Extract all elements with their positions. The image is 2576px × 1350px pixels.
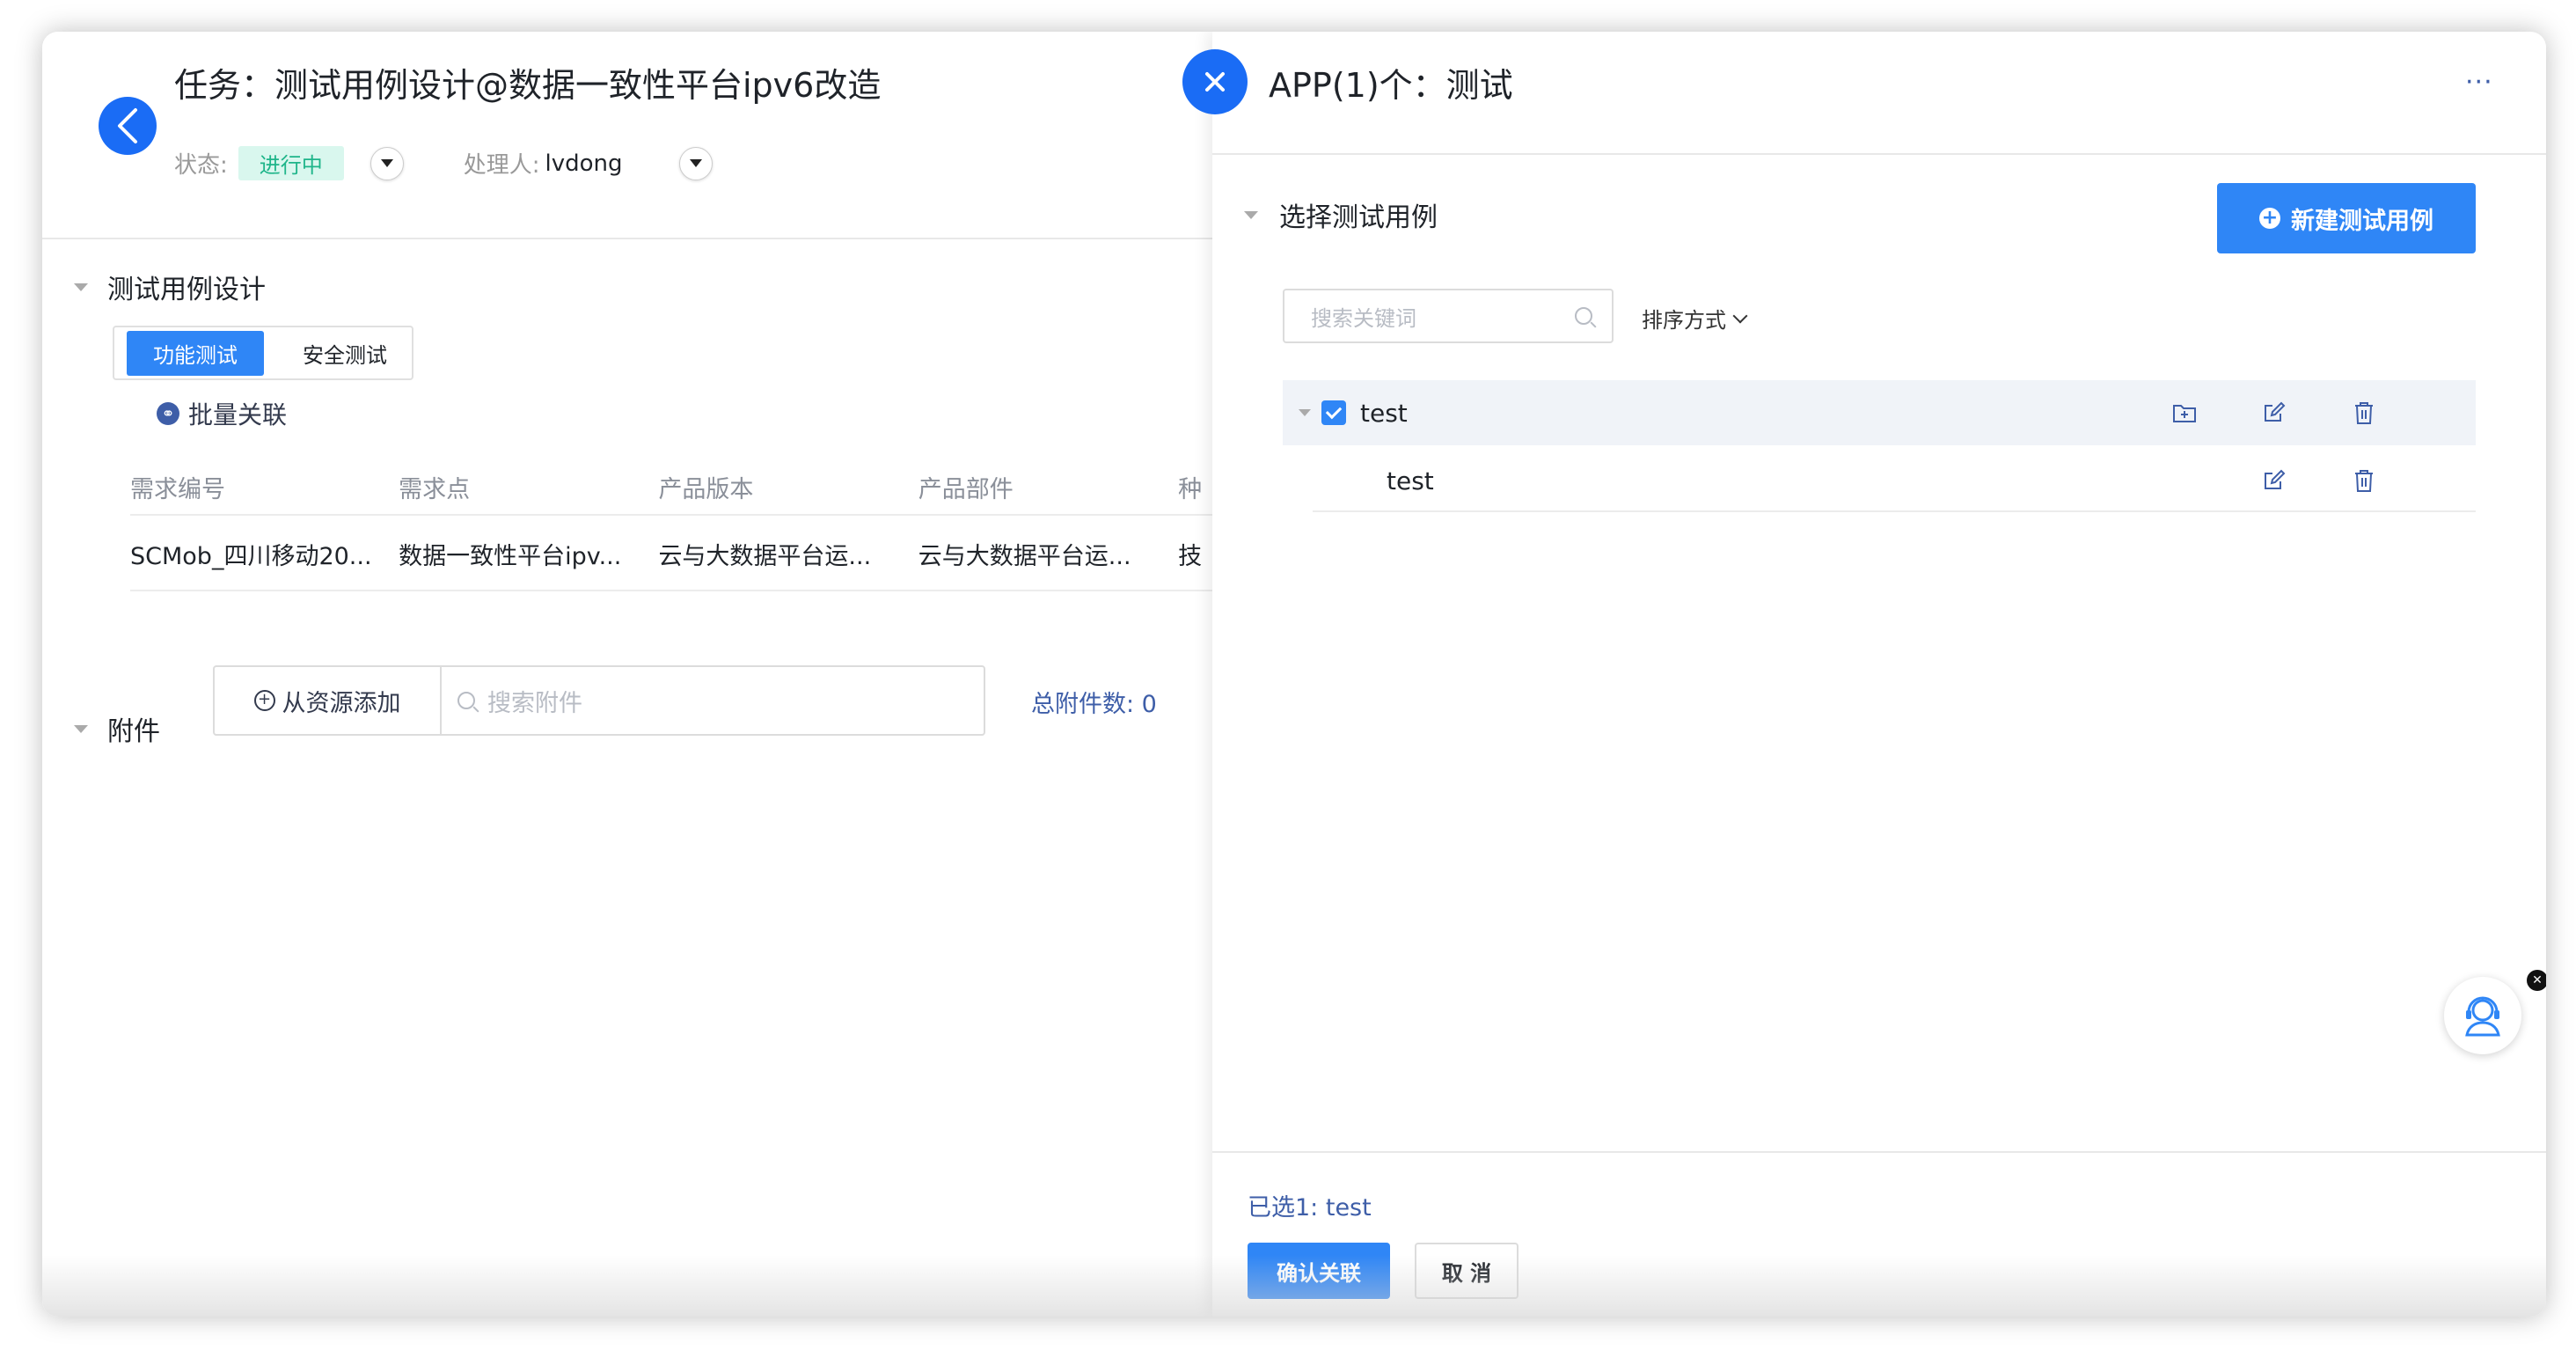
table-cell: 云与大数据平台运... xyxy=(658,542,872,570)
add-folder-icon[interactable] xyxy=(2171,400,2198,426)
assignee-value: lvdong xyxy=(545,150,623,177)
add-from-resource-button[interactable]: + 从资源添加 xyxy=(215,667,442,734)
edit-icon[interactable] xyxy=(2261,400,2287,426)
caret-down-icon xyxy=(380,159,393,167)
table-cell: 数据一致性平台ipv... xyxy=(399,542,622,570)
app-window: 任务：测试用例设计@数据一致性平台ipv6改造 状态: 进行中 处理人: lvd… xyxy=(42,32,2546,1317)
attachment-count: 总附件数: 0 xyxy=(1031,691,1157,718)
cancel-button[interactable]: 取 消 xyxy=(1415,1243,1519,1299)
chevron-down-icon xyxy=(1732,308,1748,323)
support-agent-icon xyxy=(2465,996,2500,1037)
attachment-search-input[interactable]: 搜索附件 xyxy=(442,667,984,734)
divider xyxy=(1212,1151,2546,1153)
plus-circle-icon: + xyxy=(253,690,275,711)
task-title: 任务：测试用例设计@数据一致性平台ipv6改造 xyxy=(174,66,882,105)
collapse-caret-icon xyxy=(74,724,88,733)
column-header: 产品版本 xyxy=(658,475,754,503)
close-assistant-icon[interactable]: ✕ xyxy=(2527,970,2546,991)
bulk-link-label: 批量关联 xyxy=(188,400,288,429)
collapse-caret-icon xyxy=(74,282,88,291)
new-testcase-button[interactable]: + 新建测试用例 xyxy=(2217,183,2476,253)
chevron-left-icon xyxy=(118,108,137,143)
more-menu-button[interactable]: ··· xyxy=(2465,67,2493,98)
status-label: 状态: xyxy=(174,152,228,179)
assignee-dropdown[interactable] xyxy=(678,146,713,180)
table-cell: 云与大数据平台运... xyxy=(918,542,1131,570)
design-section-title: 测试用例设计 xyxy=(107,275,266,305)
table-cell: 技 xyxy=(1178,542,1203,570)
caret-down-icon xyxy=(689,159,702,167)
tree-node-label: test xyxy=(1387,466,1434,495)
test-type-tabs: 功能测试 安全测试 xyxy=(113,326,413,380)
attachment-toolbar: + 从资源添加 搜索附件 xyxy=(213,665,985,736)
select-testcase-section-header[interactable]: 选择测试用例 xyxy=(1244,195,1438,234)
node-checkbox[interactable] xyxy=(1321,400,1346,425)
new-testcase-label: 新建测试用例 xyxy=(2291,207,2433,235)
confirm-link-button[interactable]: 确认关联 xyxy=(1248,1243,1390,1299)
status-dropdown[interactable] xyxy=(370,146,404,180)
keyword-search-placeholder: 搜索关键词 xyxy=(1311,305,1416,331)
divider xyxy=(42,238,1212,239)
column-header: 产品部件 xyxy=(918,475,1014,503)
table-row[interactable]: SCMob_四川移动20... 数据一致性平台ipv... 云与大数据平台运..… xyxy=(130,517,1212,591)
plus-circle-icon: + xyxy=(2259,208,2280,229)
table-header: 需求编号 需求点 产品版本 产品部件 种 xyxy=(130,459,1212,516)
selected-summary: 已选1: test xyxy=(1248,1194,1372,1222)
divider xyxy=(1212,153,2546,155)
keyword-search-input[interactable]: 搜索关键词 xyxy=(1283,289,1614,343)
trash-icon[interactable] xyxy=(2351,467,2377,494)
sort-dropdown[interactable]: 排序方式 xyxy=(1642,303,1748,334)
expand-caret-icon[interactable] xyxy=(1299,409,1311,416)
close-icon xyxy=(1205,72,1225,92)
tree-node-parent[interactable]: test xyxy=(1283,380,2476,445)
select-testcase-drawer: APP(1)个：测试 ··· 选择测试用例 + 新建测试用例 搜索关键词 排序方… xyxy=(1212,32,2546,1317)
back-button[interactable] xyxy=(99,97,157,155)
search-icon xyxy=(457,692,475,709)
design-section-header[interactable]: 测试用例设计 xyxy=(74,268,266,306)
attachment-section-title: 附件 xyxy=(107,716,160,747)
table-cell: SCMob_四川移动20... xyxy=(130,542,372,570)
sort-label: 排序方式 xyxy=(1642,308,1726,333)
column-header: 需求编号 xyxy=(130,475,225,503)
tree-node-child[interactable]: test xyxy=(1313,451,2476,512)
column-header: 需求点 xyxy=(399,475,471,503)
drawer-title: APP(1)个：测试 xyxy=(1269,66,1513,105)
tree-node-label: test xyxy=(1360,398,1408,428)
tab-functional[interactable]: 功能测试 xyxy=(127,330,264,376)
edit-icon[interactable] xyxy=(2261,467,2287,494)
collapse-caret-icon xyxy=(1244,210,1258,219)
attachment-section-header[interactable]: 附件 xyxy=(74,709,160,748)
add-from-resource-label: 从资源添加 xyxy=(282,689,401,717)
task-detail-panel: 任务：测试用例设计@数据一致性平台ipv6改造 状态: 进行中 处理人: lvd… xyxy=(42,32,1212,1317)
assistant-button[interactable] xyxy=(2444,977,2521,1054)
trash-icon[interactable] xyxy=(2351,400,2377,426)
tab-security[interactable]: 安全测试 xyxy=(276,331,413,376)
select-testcase-title: 选择测试用例 xyxy=(1279,202,1438,233)
assignee-label: 处理人: xyxy=(463,152,540,179)
status-badge: 进行中 xyxy=(238,146,344,180)
attachment-search-placeholder: 搜索附件 xyxy=(487,689,582,717)
close-drawer-button[interactable] xyxy=(1182,49,1248,114)
search-icon xyxy=(1575,307,1592,325)
link-icon: ⚭ xyxy=(157,402,179,425)
bulk-link-button[interactable]: ⚭ 批量关联 xyxy=(157,396,287,431)
task-meta: 状态: 进行中 处理人: lvdong xyxy=(174,146,713,180)
column-header: 种 xyxy=(1178,475,1203,503)
